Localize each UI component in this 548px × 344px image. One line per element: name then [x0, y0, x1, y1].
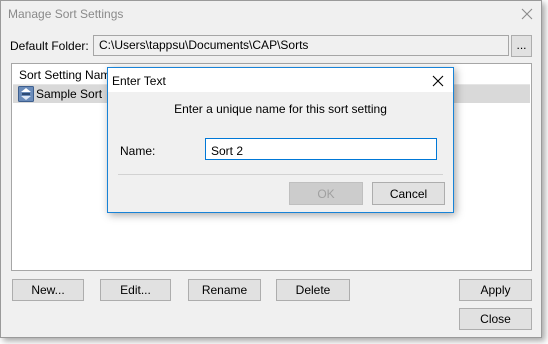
close-button[interactable]: Close — [459, 308, 532, 330]
window-close-button[interactable] — [516, 4, 538, 24]
ok-button[interactable]: OK — [289, 182, 363, 205]
dialog-title: Enter Text — [112, 74, 166, 88]
window-title: Manage Sort Settings — [8, 7, 124, 21]
dialog-prompt: Enter a unique name for this sort settin… — [174, 102, 387, 116]
column-header-sort-setting-name[interactable]: Sort Setting Name — [19, 68, 117, 82]
new-button[interactable]: New... — [12, 279, 84, 301]
browse-folder-button[interactable]: ... — [511, 35, 532, 57]
cancel-button[interactable]: Cancel — [372, 182, 445, 205]
close-icon — [432, 75, 444, 87]
default-folder-label: Default Folder: — [10, 39, 89, 53]
default-folder-field[interactable]: C:\Users\tappsu\Documents\CAP\Sorts — [93, 35, 509, 56]
list-item-label: Sample Sort — [36, 87, 103, 101]
rename-button[interactable]: Rename — [188, 279, 261, 301]
close-icon — [521, 8, 533, 20]
name-input[interactable] — [205, 138, 437, 160]
dialog-close-button[interactable] — [428, 71, 448, 91]
enter-text-dialog: Enter Text Enter a unique name for this … — [107, 67, 454, 213]
dialog-titlebar: Enter Text — [108, 68, 453, 92]
delete-button[interactable]: Delete — [276, 279, 350, 301]
dialog-divider — [118, 174, 443, 175]
sort-setting-icon — [18, 86, 34, 102]
apply-button[interactable]: Apply — [459, 279, 532, 301]
name-label: Name: — [120, 144, 156, 158]
edit-button[interactable]: Edit... — [100, 279, 171, 301]
